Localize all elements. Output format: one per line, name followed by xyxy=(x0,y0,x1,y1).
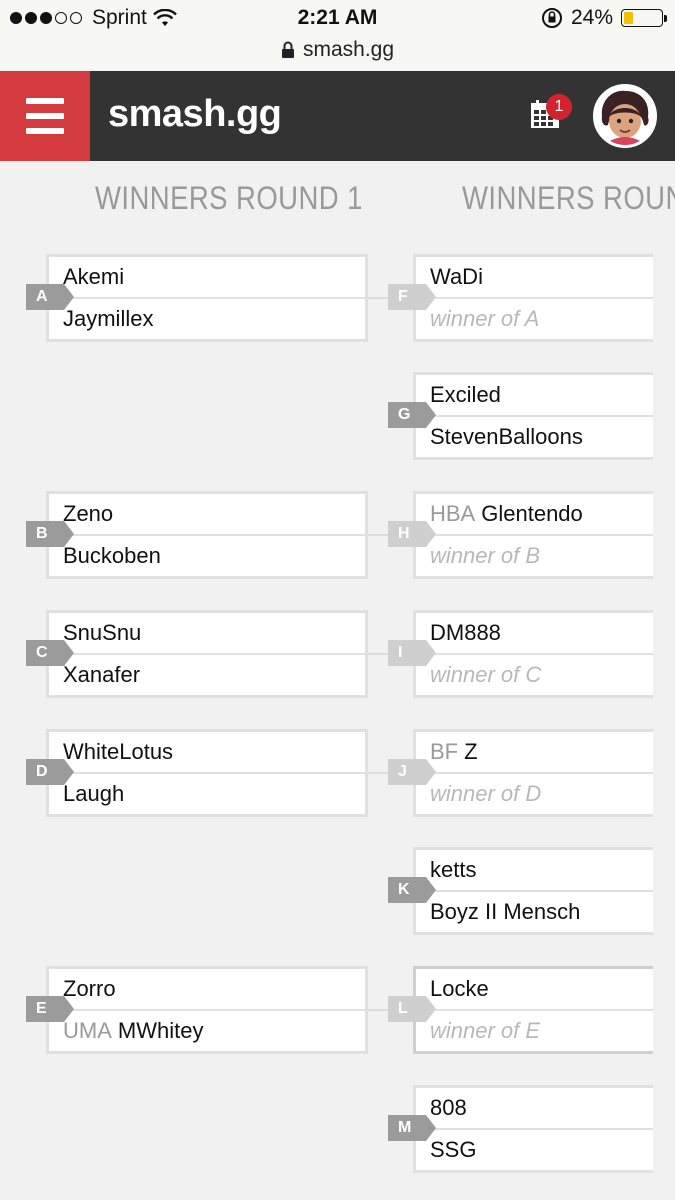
match-id-tag: M xyxy=(388,1115,436,1141)
match-l[interactable]: Locke winner of E xyxy=(413,966,653,1054)
status-right: 24% xyxy=(541,6,667,30)
match-e[interactable]: Zorro UMA MWhitey xyxy=(46,966,368,1054)
match-b[interactable]: Zeno Buckoben xyxy=(46,491,368,579)
player-slot[interactable]: Xanafer xyxy=(49,655,365,695)
match-id-tag: L xyxy=(388,996,436,1022)
orientation-lock-icon xyxy=(541,8,562,28)
player-slot[interactable]: StevenBalloons xyxy=(416,417,653,457)
status-bar: Sprint 2:21 AM 24% xyxy=(0,0,675,36)
player-slot[interactable]: SnuSnu xyxy=(49,613,365,653)
player-slot[interactable]: 808 xyxy=(416,1088,653,1128)
match-id-tag: E xyxy=(26,996,74,1022)
top-nav: smash.gg xyxy=(0,71,675,161)
match-id-tag: I xyxy=(388,640,436,666)
avatar[interactable] xyxy=(593,84,657,148)
match-id-tag: G xyxy=(388,402,436,428)
winner-placeholder: winner of B xyxy=(416,536,653,576)
winner-placeholder: winner of A xyxy=(416,299,653,339)
winner-placeholder: winner of D xyxy=(416,774,653,814)
player-slot[interactable]: Exciled xyxy=(416,375,653,415)
player-slot[interactable]: WhiteLotus xyxy=(49,732,365,772)
match-id-tag: F xyxy=(388,284,436,310)
player-slot[interactable]: UMA MWhitey xyxy=(49,1011,365,1051)
player-slot[interactable]: Locke xyxy=(416,969,653,1009)
match-id-tag: C xyxy=(26,640,74,666)
player-slot[interactable]: Jaymillex xyxy=(49,299,365,339)
winner-placeholder: winner of C xyxy=(416,655,653,695)
match-id-tag: B xyxy=(26,521,74,547)
player-slot[interactable]: ketts xyxy=(416,850,653,890)
lock-icon xyxy=(281,41,294,58)
match-id-tag: H xyxy=(388,521,436,547)
match-c[interactable]: SnuSnu Xanafer xyxy=(46,610,368,698)
player-slot[interactable]: DM888 xyxy=(416,613,653,653)
player-slot[interactable]: HBA Glentendo xyxy=(416,494,653,534)
player-slot[interactable]: WaDi xyxy=(416,257,653,297)
round-1-title: WINNERS ROUND 1 xyxy=(95,180,363,216)
url-text: smash.gg xyxy=(302,38,395,61)
player-slot[interactable]: Buckoben xyxy=(49,536,365,576)
player-slot[interactable]: BF Z xyxy=(416,732,653,772)
player-slot[interactable]: SSG xyxy=(416,1130,653,1170)
winner-placeholder: winner of E xyxy=(416,1011,653,1051)
avatar-image xyxy=(596,87,654,145)
match-g[interactable]: Exciled StevenBalloons xyxy=(413,372,653,460)
match-k[interactable]: ketts Boyz II Mensch xyxy=(413,847,653,935)
address-bar[interactable]: smash.gg xyxy=(0,36,675,70)
match-id-tag: K xyxy=(388,877,436,903)
notification-badge[interactable]: 1 xyxy=(546,94,572,120)
match-id-tag: A xyxy=(26,284,74,310)
match-f[interactable]: WaDi winner of A xyxy=(413,254,653,342)
match-m[interactable]: 808 SSG xyxy=(413,1085,653,1173)
player-slot[interactable]: Zorro xyxy=(49,969,365,1009)
hamburger-menu-icon[interactable] xyxy=(0,71,90,161)
match-d[interactable]: WhiteLotus Laugh xyxy=(46,729,368,817)
match-id-tag: J xyxy=(388,759,436,785)
match-j[interactable]: BF Z winner of D xyxy=(413,729,653,817)
battery-icon xyxy=(621,9,667,27)
match-h[interactable]: HBA Glentendo winner of B xyxy=(413,491,653,579)
match-i[interactable]: DM888 winner of C xyxy=(413,610,653,698)
player-slot[interactable]: Laugh xyxy=(49,774,365,814)
player-slot[interactable]: Akemi xyxy=(49,257,365,297)
site-logo[interactable]: smash.gg xyxy=(108,93,282,136)
round-2-title: WINNERS ROUN xyxy=(462,180,675,216)
match-a[interactable]: Akemi Jaymillex xyxy=(46,254,368,342)
player-slot[interactable]: Boyz II Mensch xyxy=(416,892,653,932)
player-slot[interactable]: Zeno xyxy=(49,494,365,534)
match-id-tag: D xyxy=(26,759,74,785)
battery-percent: 24% xyxy=(570,6,613,29)
